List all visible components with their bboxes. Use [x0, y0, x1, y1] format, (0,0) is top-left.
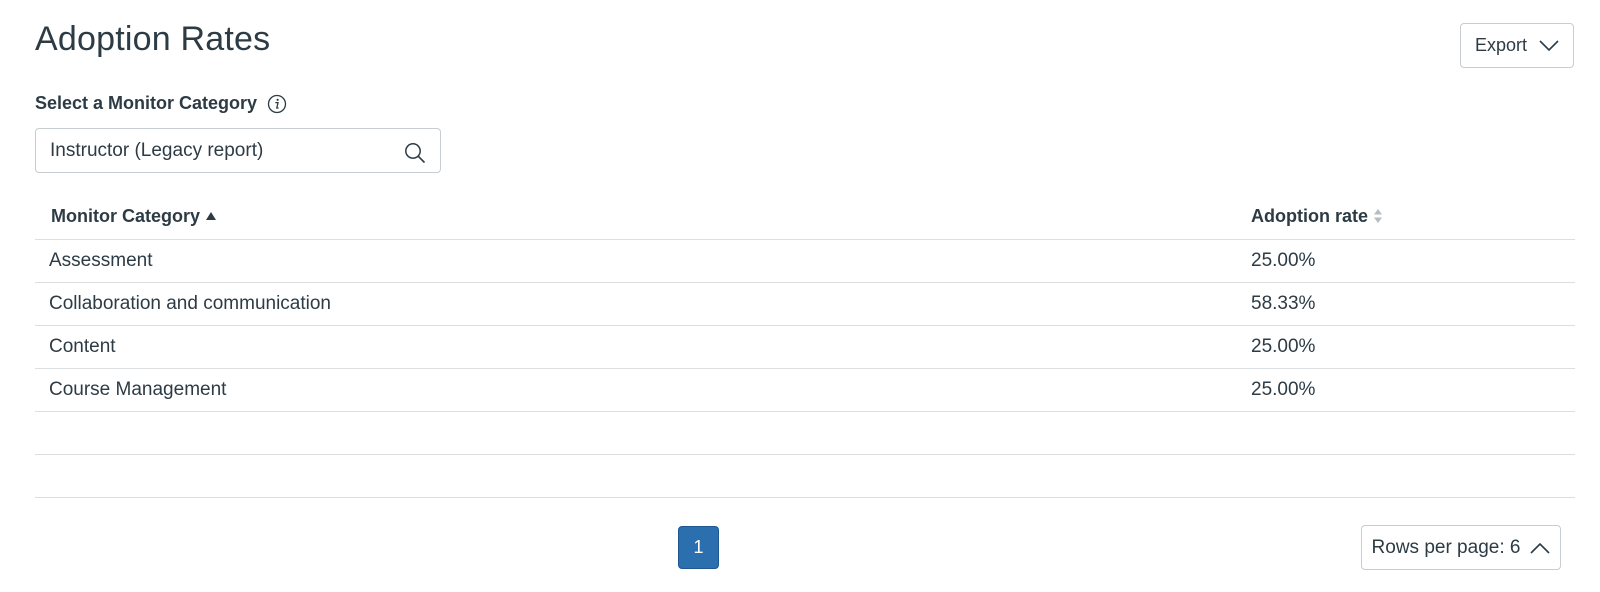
monitor-category-input[interactable] — [50, 139, 404, 162]
rows-per-page-select[interactable]: Rows per page: 6 — [1361, 525, 1561, 570]
table-row: Assessment 25.00% — [35, 240, 1575, 283]
empty-table-row — [35, 412, 1575, 455]
sort-ascending-icon — [206, 212, 217, 220]
table-header-row: Monitor Category Adoption rate — [35, 193, 1575, 240]
search-icon — [405, 142, 426, 163]
export-button-label: Export — [1474, 35, 1528, 55]
adoption-table: Monitor Category Adoption rate Assessmen… — [35, 193, 1575, 498]
monitor-category-field-label: Select a Monitor Category — [35, 93, 287, 114]
export-button[interactable]: Export — [1460, 23, 1574, 68]
category-cell: Collaboration and communication — [49, 293, 331, 314]
column-header-monitor-category[interactable]: Monitor Category — [35, 206, 1251, 227]
category-cell: Content — [49, 336, 116, 357]
monitor-category-select[interactable] — [35, 128, 441, 173]
category-cell: Assessment — [49, 250, 153, 271]
category-cell: Course Management — [49, 379, 227, 400]
table-row: Content 25.00% — [35, 326, 1575, 369]
empty-table-row — [35, 455, 1575, 498]
column-header-label: Monitor Category — [51, 205, 201, 226]
chevron-up-icon — [1530, 542, 1551, 554]
column-header-label: Adoption rate — [1251, 205, 1368, 226]
page-1-button[interactable]: 1 — [678, 526, 719, 569]
sort-icon — [1374, 209, 1382, 223]
adoption-rate-cell: 58.33% — [1251, 293, 1316, 314]
monitor-category-label: Select a Monitor Category — [35, 93, 258, 113]
table-row: Course Management 25.00% — [35, 369, 1575, 412]
adoption-rate-cell: 25.00% — [1251, 336, 1316, 357]
chevron-down-icon — [1539, 39, 1559, 51]
page-title: Adoption Rates — [35, 20, 271, 58]
adoption-rate-cell: 25.00% — [1251, 250, 1316, 271]
adoption-rate-cell: 25.00% — [1251, 379, 1316, 400]
table-row: Collaboration and communication 58.33% — [35, 283, 1575, 326]
column-header-adoption-rate[interactable]: Adoption rate — [1251, 206, 1575, 227]
rows-per-page-label: Rows per page: 6 — [1371, 536, 1521, 558]
info-icon[interactable] — [267, 94, 287, 114]
adoption-rates-page: Adoption Rates Export Select a Monitor C… — [0, 0, 1600, 592]
